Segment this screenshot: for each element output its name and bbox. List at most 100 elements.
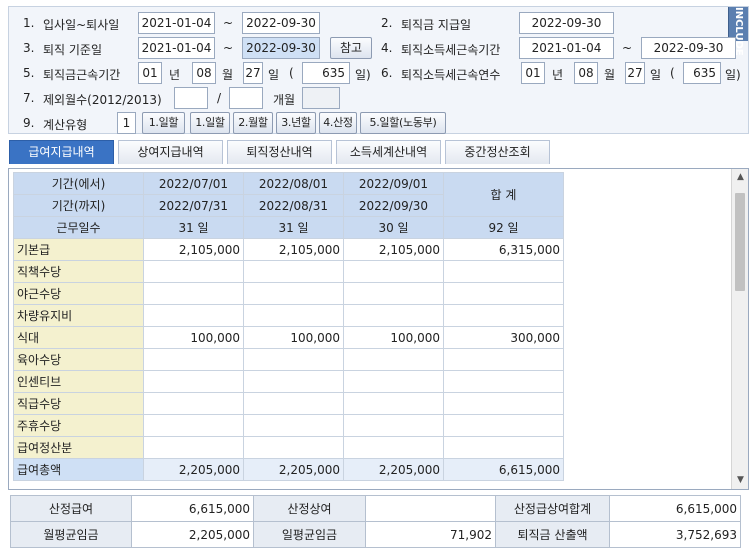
amount-cell[interactable] [343, 414, 444, 437]
amount-cell[interactable]: 2,205,000 [243, 458, 344, 481]
amount-cell[interactable] [143, 260, 244, 283]
table-row[interactable]: 육아수당 [13, 348, 564, 371]
amount-cell[interactable] [243, 260, 344, 283]
table-row[interactable]: 직책수당 [13, 260, 564, 283]
tab-retirement-settlement[interactable]: 퇴직정산내역 [227, 140, 332, 164]
join-date-field[interactable]: 2021-01-04 [138, 12, 215, 34]
table-row[interactable]: 인센티브 [13, 370, 564, 393]
table-row[interactable]: 주휴수당 [13, 414, 564, 437]
amount-cell[interactable]: 2,205,000 [143, 458, 244, 481]
excluded-2012-field[interactable] [174, 87, 208, 109]
retirement-form: INCLUDE 1. 입사일~퇴사일 2021-01-04 ~ 2022-09-… [8, 6, 749, 134]
days-unit: 일 [650, 68, 662, 82]
calc-daily-button[interactable]: 1.일할 [142, 112, 185, 134]
table-row[interactable]: 급여정산분 [13, 436, 564, 459]
scroll-down-icon[interactable]: ▼ [732, 472, 748, 489]
calc-type-field[interactable]: 1 [117, 112, 136, 134]
row-label: 급여정산분 [13, 436, 144, 459]
amount-cell[interactable]: 2,105,000 [243, 238, 344, 261]
severance-service-period-label: 퇴직금근속기간 [43, 68, 121, 82]
amount-cell[interactable] [343, 392, 444, 415]
reference-button[interactable]: 참고 [330, 37, 372, 59]
calc-yearly-button[interactable]: 3.년할 [276, 112, 316, 134]
table-row[interactable]: 야근수당 [13, 282, 564, 305]
amount-cell[interactable] [343, 370, 444, 393]
amount-cell[interactable]: 2,205,000 [343, 458, 444, 481]
form-row-5: 9. 계산유형 1 1.일할 1.일할 2.월할 3.년할 4.산정 5.일할(… [9, 112, 748, 136]
period-to-header: 기간(까지) [13, 194, 144, 217]
table-row[interactable]: 차량유지비 [13, 304, 564, 327]
row-label: 기본급 [13, 238, 144, 261]
calc-total-value: 6,615,000 [609, 495, 741, 522]
calc-monthly-button[interactable]: 2.월할 [233, 112, 273, 134]
service-days-field[interactable]: 27 [243, 62, 263, 84]
excluded-total-field[interactable] [302, 87, 340, 109]
row-label: 주휴수당 [13, 414, 144, 437]
scroll-thumb[interactable] [735, 193, 745, 291]
row-label: 직급수당 [13, 392, 144, 415]
amount-cell[interactable] [143, 304, 244, 327]
calc-estimate-button[interactable]: 4.산정 [319, 112, 357, 134]
amount-cell[interactable]: 100,000 [143, 326, 244, 349]
tab-income-tax-calc[interactable]: 소득세계산내역 [336, 140, 441, 164]
amount-cell[interactable] [143, 436, 244, 459]
severance-pay-date-field[interactable]: 2022-09-30 [519, 12, 614, 34]
amount-cell[interactable] [343, 348, 444, 371]
severance-amount-label: 퇴직금 산출액 [495, 521, 610, 548]
calc-type-label: 계산유형 [43, 118, 88, 132]
amount-cell[interactable] [243, 370, 344, 393]
base-start-date-field[interactable]: 2021-01-04 [138, 37, 215, 59]
base-end-date-field[interactable]: 2022-09-30 [242, 37, 320, 59]
amount-cell[interactable]: 100,000 [243, 326, 344, 349]
amount-cell[interactable] [343, 304, 444, 327]
tax-period-start-field[interactable]: 2021-01-04 [519, 37, 614, 59]
amount-cell[interactable] [343, 436, 444, 459]
amount-cell[interactable] [143, 414, 244, 437]
tax-days-field[interactable]: 27 [625, 62, 645, 84]
grid-scrollbar[interactable]: ▲ ▼ [731, 169, 748, 489]
amount-cell[interactable] [243, 304, 344, 327]
amount-cell[interactable] [343, 282, 444, 305]
item-number: 3. [23, 41, 35, 55]
tab-interim-settlement[interactable]: 중간정산조회 [445, 140, 550, 164]
tab-bonus-payments[interactable]: 상여지급내역 [118, 140, 223, 164]
table-row[interactable]: 직급수당 [13, 392, 564, 415]
amount-cell[interactable] [343, 260, 444, 283]
amount-cell[interactable] [243, 436, 344, 459]
scroll-up-icon[interactable]: ▲ [732, 169, 748, 186]
tab-salary-payments[interactable]: 급여지급내역 [9, 140, 114, 164]
service-total-days-field[interactable]: 635 [302, 62, 350, 84]
amount-cell[interactable] [143, 370, 244, 393]
calc-daily-labor-button[interactable]: 5.일할(노동부) [360, 112, 446, 134]
form-row-4: 7. 제외월수(2012/2013) / 개월 [9, 87, 748, 111]
table-row[interactable]: 기본급 2,105,000 2,105,000 2,105,000 6,315,000 [13, 238, 564, 261]
tax-service-years-label: 퇴직소득세근속연수 [401, 68, 501, 82]
service-months-field[interactable]: 08 [192, 62, 216, 84]
calc-salary-label: 산정급여 [10, 495, 132, 522]
amount-cell[interactable]: 2,105,000 [143, 238, 244, 261]
calc-daily-button-2[interactable]: 1.일할 [190, 112, 230, 134]
amount-cell[interactable] [143, 282, 244, 305]
period-from-cell: 2022/07/01 [143, 172, 244, 195]
excluded-2013-field[interactable] [229, 87, 263, 109]
period-from-header: 기간(에서) [13, 172, 144, 195]
tax-period-end-field[interactable]: 2022-09-30 [641, 37, 736, 59]
amount-cell[interactable]: 100,000 [343, 326, 444, 349]
row-total-cell [443, 392, 564, 415]
amount-cell[interactable]: 2,105,000 [343, 238, 444, 261]
leave-date-field[interactable]: 2022-09-30 [242, 12, 320, 34]
tax-total-days-field[interactable]: 635 [683, 62, 721, 84]
total-days-cell: 92 일 [443, 216, 564, 239]
amount-cell[interactable] [243, 392, 344, 415]
amount-cell[interactable] [243, 282, 344, 305]
amount-cell[interactable] [143, 392, 244, 415]
tax-years-field[interactable]: 01 [521, 62, 545, 84]
item-number: 6. [381, 66, 393, 80]
tax-months-field[interactable]: 08 [574, 62, 598, 84]
service-years-field[interactable]: 01 [138, 62, 162, 84]
amount-cell[interactable] [243, 348, 344, 371]
table-row[interactable]: 급여총액 2,205,000 2,205,000 2,205,000 6,615,000 [13, 458, 564, 481]
table-row[interactable]: 식대 100,000 100,000 100,000 300,000 [13, 326, 564, 349]
amount-cell[interactable] [143, 348, 244, 371]
amount-cell[interactable] [243, 414, 344, 437]
